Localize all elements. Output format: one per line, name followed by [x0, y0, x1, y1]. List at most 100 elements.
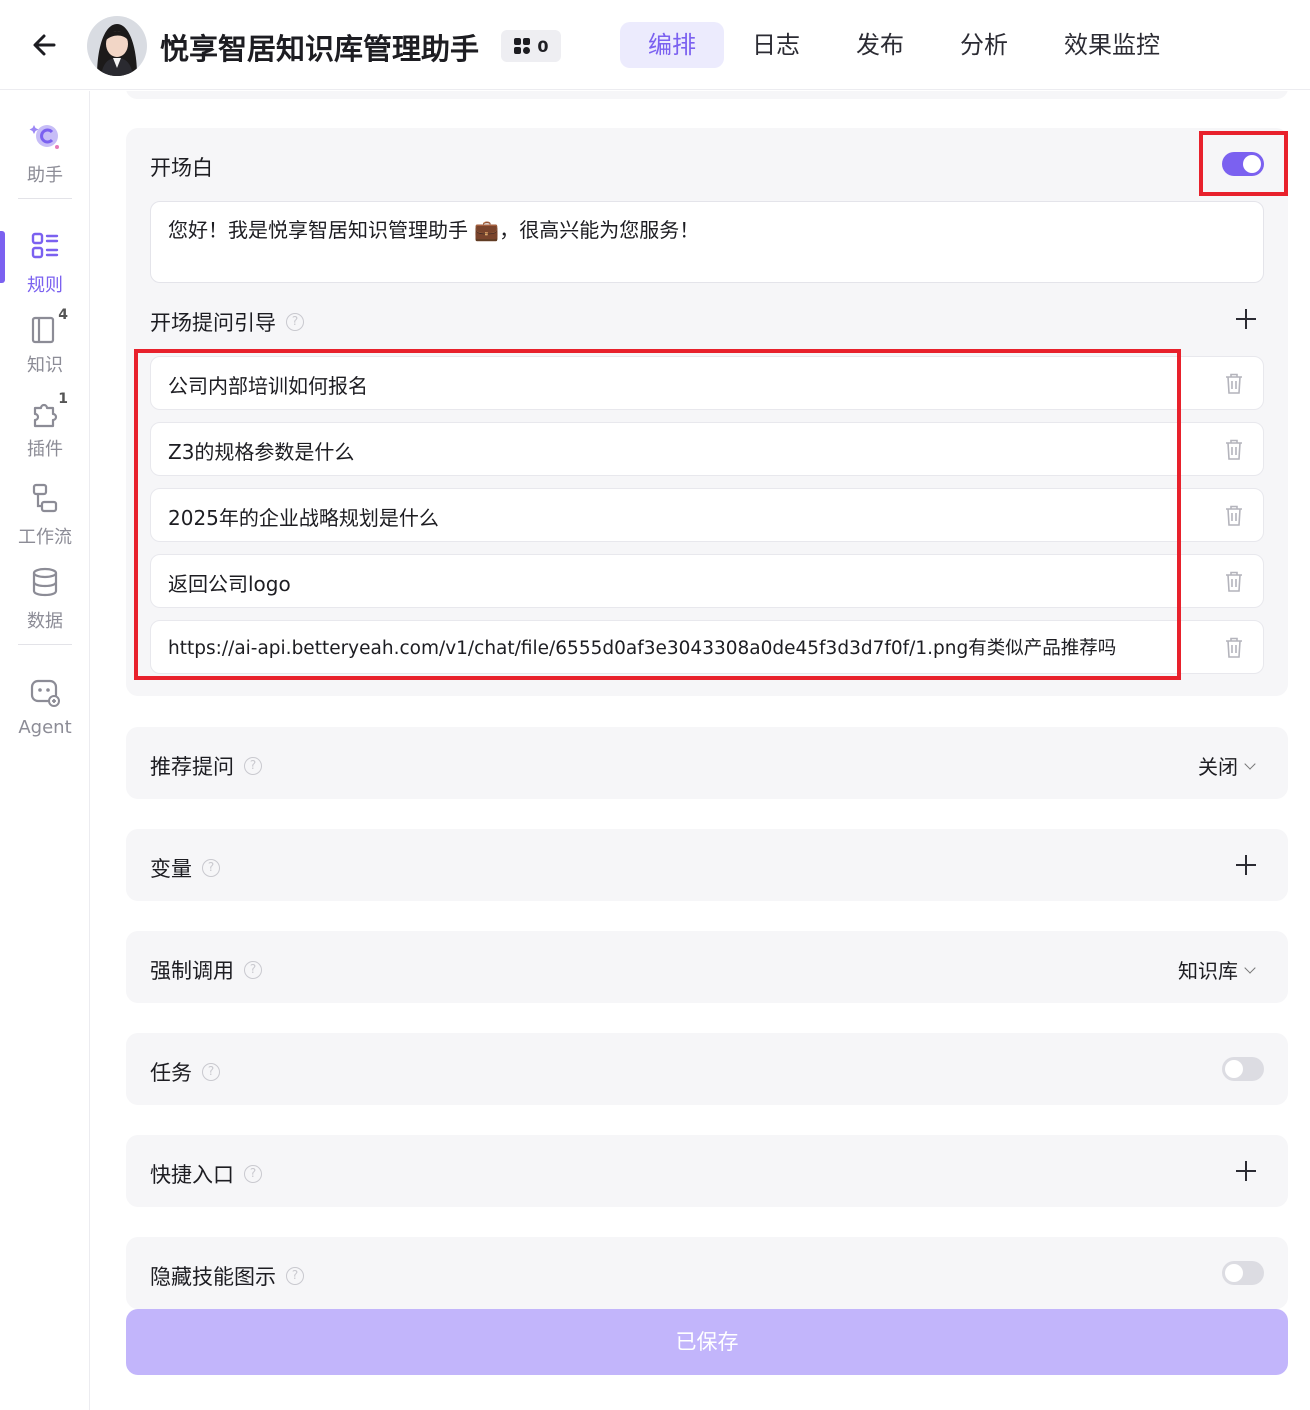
knowledge-count: 4: [58, 307, 68, 323]
plugin-icon: [33, 403, 58, 428]
chevron-down-icon: [1244, 961, 1256, 974]
help-icon[interactable]: ?: [202, 859, 220, 877]
toggle-knob: [1243, 155, 1261, 173]
back-arrow-icon[interactable]: [28, 28, 62, 62]
tab-publish[interactable]: 发布: [828, 22, 932, 68]
rules-icon: [31, 232, 59, 259]
sidebar-label: 助手: [27, 165, 63, 186]
toggle-knob: [1225, 1060, 1243, 1078]
sidebar-item-workflow[interactable]: 工作流: [0, 481, 90, 549]
hide-skill-title-text: 隐藏技能图示: [150, 1265, 276, 1289]
add-variable-icon[interactable]: [1235, 854, 1257, 876]
tab-analytics[interactable]: 分析: [932, 22, 1036, 68]
save-button[interactable]: 已保存: [126, 1309, 1288, 1375]
database-icon: [32, 567, 58, 597]
sidebar-label: 插件: [27, 439, 63, 460]
variables-title: 变量 ?: [150, 853, 220, 883]
question-row[interactable]: Z3的规格参数是什么: [150, 422, 1264, 476]
add-question-icon[interactable]: [1235, 308, 1257, 330]
question-row[interactable]: 公司内部培训如何报名: [150, 356, 1264, 410]
left-sidebar: 助手 规则 4 知识 1 插件 工作流 数据 Agent: [0, 91, 90, 1410]
badge-count: 0: [537, 36, 549, 56]
add-shortcut-icon[interactable]: [1235, 1160, 1257, 1182]
tab-monitoring[interactable]: 效果监控: [1036, 22, 1188, 68]
sidebar-divider: [18, 644, 72, 645]
sidebar-label: 数据: [27, 611, 63, 632]
help-icon[interactable]: ?: [244, 1165, 262, 1183]
force-call-card: 强制调用 ? 知识库: [126, 931, 1288, 1003]
agent-icon: [30, 679, 60, 707]
recommend-title: 推荐提问 ?: [150, 751, 262, 781]
opening-card: 开场白 您好！我是悦享智居知识管理助手 💼，很高兴能为您服务！ 开场提问引导 ?…: [126, 128, 1288, 696]
opening-title: 开场白: [150, 152, 213, 182]
plugin-count: 1: [58, 391, 68, 407]
shortcut-title-text: 快捷入口: [150, 1163, 234, 1187]
hide-skill-title: 隐藏技能图示 ?: [150, 1261, 304, 1291]
trash-icon[interactable]: [1225, 505, 1243, 527]
sidebar-item-agent[interactable]: Agent: [0, 675, 90, 738]
question-text[interactable]: https://ai-api.betteryeah.com/v1/chat/fi…: [168, 634, 1116, 660]
variables-title-text: 变量: [150, 857, 192, 881]
greeting-textarea[interactable]: 您好！我是悦享智居知识管理助手 💼，很高兴能为您服务！: [150, 201, 1264, 283]
recommend-dropdown[interactable]: 关闭: [1198, 751, 1256, 780]
question-row[interactable]: 返回公司logo: [150, 554, 1264, 608]
toggle-knob: [1225, 1264, 1243, 1282]
force-call-dropdown[interactable]: 知识库: [1178, 955, 1256, 984]
help-icon[interactable]: ?: [244, 757, 262, 775]
sidebar-item-plugins[interactable]: 1 插件: [0, 391, 90, 461]
force-call-title: 强制调用 ?: [150, 955, 262, 985]
question-row[interactable]: https://ai-api.betteryeah.com/v1/chat/fi…: [150, 620, 1264, 674]
question-text[interactable]: 公司内部培训如何报名: [168, 370, 368, 399]
main-content: 开场白 您好！我是悦享智居知识管理助手 💼，很高兴能为您服务！ 开场提问引导 ?…: [90, 91, 1310, 1410]
sidebar-label: Agent: [18, 717, 72, 738]
trash-icon[interactable]: [1225, 373, 1243, 395]
app-count-badge[interactable]: 0: [501, 30, 561, 62]
recommend-value: 关闭: [1198, 755, 1238, 779]
sidebar-label: 工作流: [18, 527, 72, 548]
trash-icon[interactable]: [1225, 439, 1243, 461]
tab-logs[interactable]: 日志: [724, 22, 828, 68]
force-call-title-text: 强制调用: [150, 959, 234, 983]
tab-orchestrate[interactable]: 编排: [620, 22, 724, 68]
task-title-text: 任务: [150, 1061, 192, 1085]
sidebar-divider: [18, 198, 72, 199]
top-header: 悦享智居知识库管理助手 0 编排 日志 发布 分析 效果监控: [0, 0, 1310, 90]
assistant-avatar: [87, 16, 147, 76]
app-title: 悦享智居知识库管理助手: [160, 32, 480, 66]
opening-toggle[interactable]: [1222, 152, 1264, 176]
previous-card-edge: [126, 91, 1288, 99]
help-icon[interactable]: ?: [286, 1267, 304, 1285]
trash-icon[interactable]: [1225, 637, 1243, 659]
hide-skill-card: 隐藏技能图示 ?: [126, 1237, 1288, 1309]
recommend-title-text: 推荐提问: [150, 755, 234, 779]
shortcut-card: 快捷入口 ?: [126, 1135, 1288, 1207]
question-row[interactable]: 2025年的企业战略规划是什么: [150, 488, 1264, 542]
assistant-icon: [29, 125, 59, 149]
question-text[interactable]: 返回公司logo: [168, 568, 291, 597]
chevron-down-icon: [1244, 757, 1256, 770]
help-icon[interactable]: ?: [244, 961, 262, 979]
knowledge-icon: [31, 316, 55, 344]
apps-grid-icon: [514, 38, 531, 54]
help-icon[interactable]: ?: [202, 1063, 220, 1081]
opening-title-text: 开场白: [150, 156, 213, 180]
help-icon[interactable]: ?: [286, 313, 304, 331]
sidebar-item-rules[interactable]: 规则: [0, 229, 90, 297]
guide-title: 开场提问引导 ?: [150, 307, 304, 337]
workflow-icon: [32, 483, 58, 513]
sidebar-label: 规则: [27, 275, 63, 296]
top-tabs: 编排 日志 发布 分析 效果监控: [620, 22, 1188, 68]
task-title: 任务 ?: [150, 1057, 220, 1087]
shortcut-title: 快捷入口 ?: [150, 1159, 262, 1189]
task-toggle[interactable]: [1222, 1057, 1264, 1081]
sidebar-item-data[interactable]: 数据: [0, 565, 90, 633]
question-text[interactable]: Z3的规格参数是什么: [168, 436, 354, 465]
recommend-card: 推荐提问 ? 关闭: [126, 727, 1288, 799]
question-text[interactable]: 2025年的企业战略规划是什么: [168, 502, 439, 531]
hide-skill-toggle[interactable]: [1222, 1261, 1264, 1285]
sidebar-item-knowledge[interactable]: 4 知识: [0, 307, 90, 377]
sidebar-label: 知识: [27, 355, 63, 376]
task-card: 任务 ?: [126, 1033, 1288, 1105]
trash-icon[interactable]: [1225, 571, 1243, 593]
sidebar-item-assistant[interactable]: 助手: [0, 119, 90, 187]
